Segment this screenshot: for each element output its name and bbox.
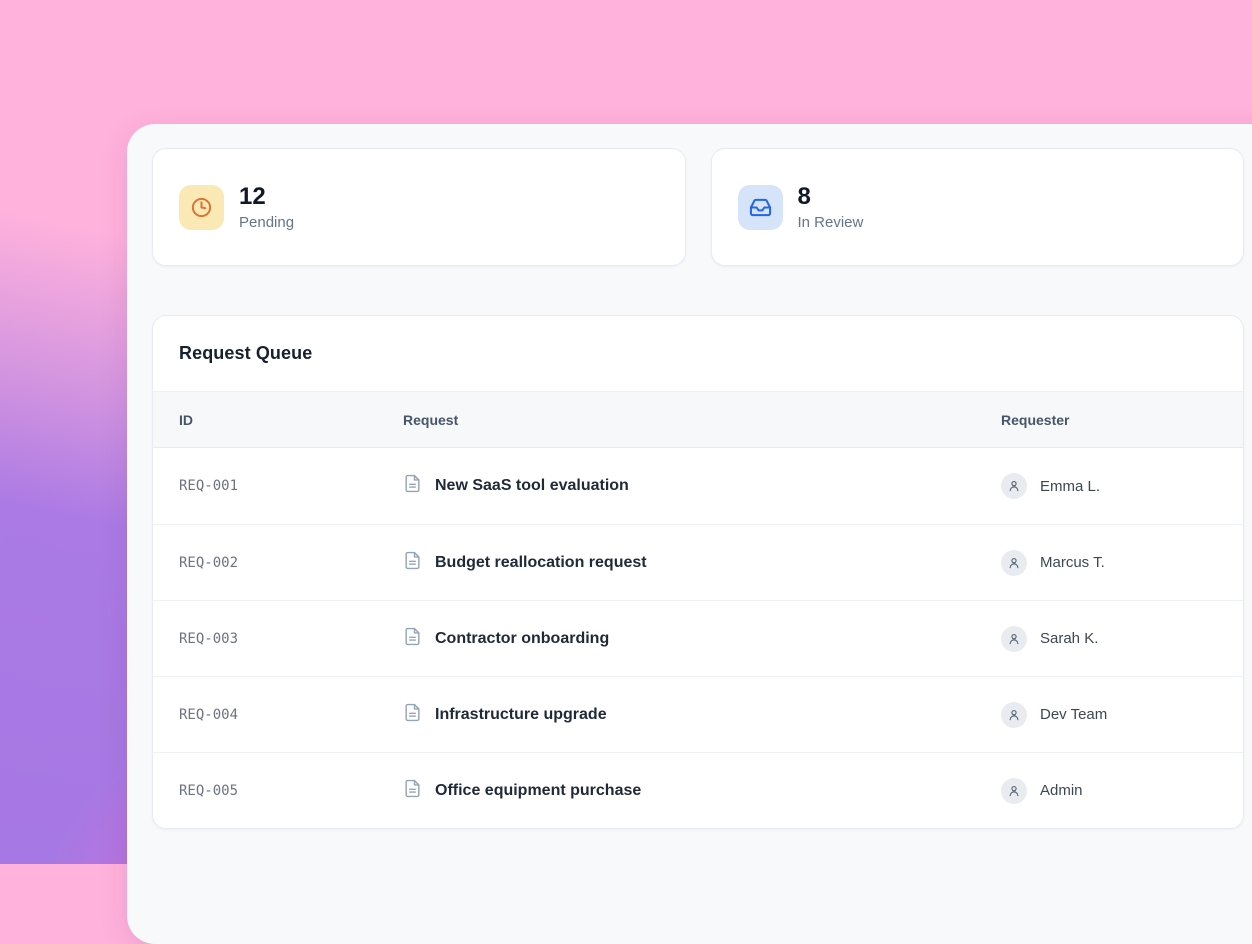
- requester-name: Marcus T.: [1040, 554, 1105, 571]
- request-id: REQ-004: [179, 707, 403, 723]
- queue-header-row: ID Request Requester: [153, 391, 1243, 448]
- stat-text: 8 In Review: [798, 183, 864, 231]
- stat-card-in-review: 8 In Review: [711, 148, 1245, 266]
- requester-name: Admin: [1040, 782, 1083, 799]
- column-header-id: ID: [179, 412, 403, 428]
- avatar: [1001, 473, 1027, 499]
- document-icon: [403, 551, 422, 575]
- table-row[interactable]: REQ-001 New SaaS tool evaluation Emma L.: [153, 448, 1243, 524]
- request-title: Infrastructure upgrade: [435, 706, 607, 724]
- stat-label-pending: Pending: [239, 214, 294, 231]
- request-title: Budget reallocation request: [435, 554, 647, 572]
- request-id: REQ-003: [179, 631, 403, 647]
- document-icon: [403, 703, 422, 727]
- column-header-request: Request: [403, 412, 1001, 428]
- stat-text: 12 Pending: [239, 183, 294, 231]
- avatar: [1001, 702, 1027, 728]
- request-title: New SaaS tool evaluation: [435, 477, 629, 495]
- table-row[interactable]: REQ-005 Office equipment purchase Admin: [153, 752, 1243, 828]
- document-icon: [403, 627, 422, 651]
- stat-value-pending: 12: [239, 183, 294, 211]
- request-title: Office equipment purchase: [435, 782, 641, 800]
- avatar: [1001, 778, 1027, 804]
- table-row[interactable]: REQ-003 Contractor onboarding Sarah K.: [153, 600, 1243, 676]
- clock-icon: [179, 185, 224, 230]
- request-id: REQ-001: [179, 478, 403, 494]
- inbox-icon: [738, 185, 783, 230]
- queue-title-bar: Request Queue: [153, 316, 1243, 391]
- requester-name: Sarah K.: [1040, 630, 1098, 647]
- document-icon: [403, 779, 422, 803]
- requester-name: Emma L.: [1040, 478, 1100, 495]
- request-title: Contractor onboarding: [435, 630, 609, 648]
- requester-name: Dev Team: [1040, 706, 1107, 723]
- table-row[interactable]: REQ-002 Budget reallocation request Marc…: [153, 524, 1243, 600]
- avatar: [1001, 550, 1027, 576]
- request-queue-card: Request Queue ID Request Requester REQ-0…: [152, 315, 1244, 829]
- dashboard-content: 12 Pending 8 In Review Reques: [152, 148, 1244, 829]
- document-icon: [403, 474, 422, 498]
- avatar: [1001, 626, 1027, 652]
- dashboard-panel: 12 Pending 8 In Review Reques: [127, 124, 1252, 944]
- stat-value-in-review: 8: [798, 183, 864, 211]
- table-row[interactable]: REQ-004 Infrastructure upgrade Dev Team: [153, 676, 1243, 752]
- request-id: REQ-002: [179, 555, 403, 571]
- stats-row: 12 Pending 8 In Review: [152, 148, 1244, 266]
- request-id: REQ-005: [179, 783, 403, 799]
- stat-label-in-review: In Review: [798, 214, 864, 231]
- queue-title: Request Queue: [179, 343, 312, 364]
- column-header-requester: Requester: [1001, 412, 1243, 428]
- stat-card-pending: 12 Pending: [152, 148, 686, 266]
